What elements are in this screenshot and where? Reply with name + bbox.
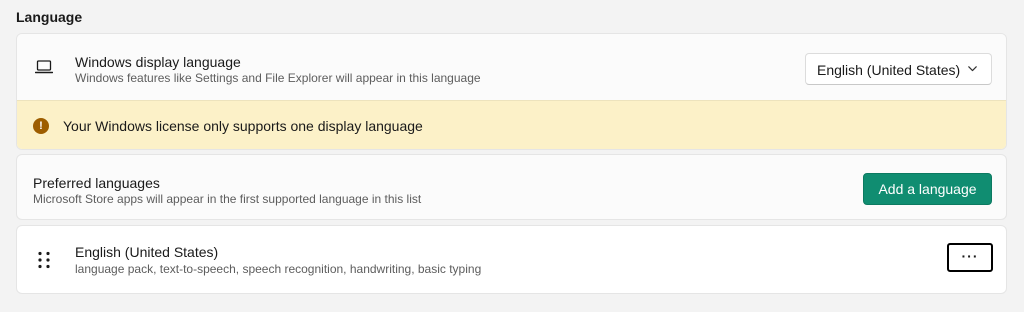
language-name: English (United States) <box>75 244 219 260</box>
license-warning-bar: ! Your Windows license only supports one… <box>17 100 1006 149</box>
more-icon: ··· <box>961 248 979 264</box>
preferred-languages-title: Preferred languages <box>33 175 160 191</box>
display-language-title: Windows display language <box>75 54 241 70</box>
display-language-group: Windows display language Windows feature… <box>16 33 1007 150</box>
chevron-down-icon <box>968 66 977 72</box>
section-title: Language <box>16 9 83 25</box>
display-language-dropdown[interactable]: English (United States) <box>805 53 992 85</box>
add-language-button[interactable]: Add a language <box>863 173 992 205</box>
display-language-row: Windows display language Windows feature… <box>17 34 1006 100</box>
drag-handle-icon[interactable] <box>37 251 51 269</box>
language-list-item[interactable]: English (United States) language pack, t… <box>16 225 1007 294</box>
preferred-languages-description: Microsoft Store apps will appear in the … <box>33 192 422 206</box>
preferred-languages-row: Preferred languages Microsoft Store apps… <box>16 154 1007 220</box>
warning-message: Your Windows license only supports one d… <box>63 118 423 134</box>
language-features: language pack, text-to-speech, speech re… <box>75 262 482 276</box>
display-language-description: Windows features like Settings and File … <box>75 71 481 85</box>
more-options-button[interactable]: ··· <box>947 243 993 272</box>
warning-icon: ! <box>33 118 49 134</box>
laptop-icon <box>35 60 53 74</box>
dropdown-selected-value: English (United States) <box>817 62 961 78</box>
